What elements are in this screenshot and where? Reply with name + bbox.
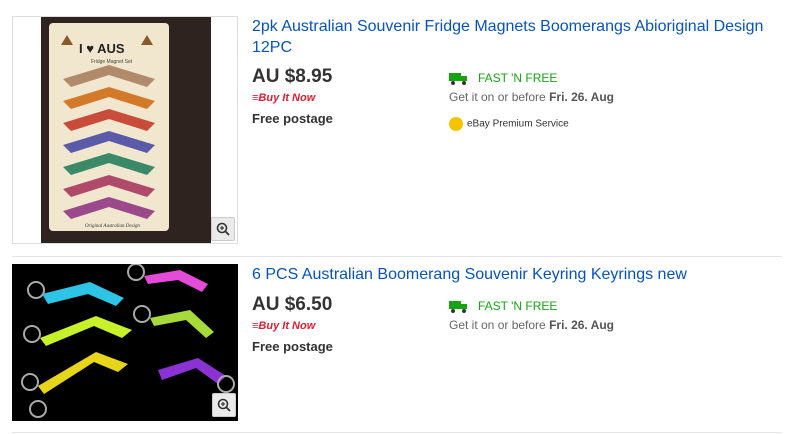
premium-service-badge: eBay Premium Service	[449, 117, 569, 131]
premium-ribbon-icon	[449, 117, 463, 131]
listing-price: AU $6.50	[252, 294, 333, 315]
listing-thumbnail[interactable]: I ♥ AUS Fridge Magnet Set Original Austr…	[12, 16, 238, 244]
truck-icon	[449, 301, 467, 313]
fast-n-free-label: FAST 'N FREE	[478, 299, 558, 313]
card-subtitle-text: Fridge Magnet Set	[91, 59, 133, 65]
delivery-estimate: Get it on or before Fri. 26. Aug	[449, 318, 614, 332]
delivery-estimate: Get it on or before Fri. 26. Aug	[449, 90, 614, 104]
listing-item: I ♥ AUS Fridge Magnet Set Original Austr…	[12, 16, 782, 244]
listing-title-link[interactable]: 6 PCS Australian Boomerang Souvenir Keyr…	[252, 264, 772, 285]
card-footer-text: Original Australian Design	[85, 224, 140, 229]
fast-n-free-label: FAST 'N FREE	[478, 71, 558, 85]
postage-text: Free postage	[252, 339, 333, 354]
postage-text: Free postage	[252, 111, 333, 126]
zoom-icon[interactable]	[211, 217, 235, 241]
listing-title-link[interactable]: 2pk Australian Souvenir Fridge Magnets B…	[252, 16, 772, 58]
listing-item: 6 PCS Australian Boomerang Souvenir Keyr…	[12, 264, 782, 421]
search-results: I ♥ AUS Fridge Magnet Set Original Austr…	[0, 0, 806, 434]
keyring-image	[12, 264, 238, 421]
buy-it-now-label: ≡Buy It Now	[252, 92, 316, 104]
listing-divider	[12, 432, 782, 433]
buy-it-now-label: ≡Buy It Now	[252, 320, 316, 332]
card-title-text: I ♥ AUS	[79, 41, 125, 56]
listing-thumbnail[interactable]	[12, 264, 238, 421]
magnet-card-image: I ♥ AUS Fridge Magnet Set Original Austr…	[13, 17, 237, 243]
truck-icon	[449, 73, 467, 85]
listing-divider	[12, 256, 782, 257]
listing-price: AU $8.95	[252, 66, 333, 87]
zoom-icon[interactable]	[212, 393, 236, 417]
